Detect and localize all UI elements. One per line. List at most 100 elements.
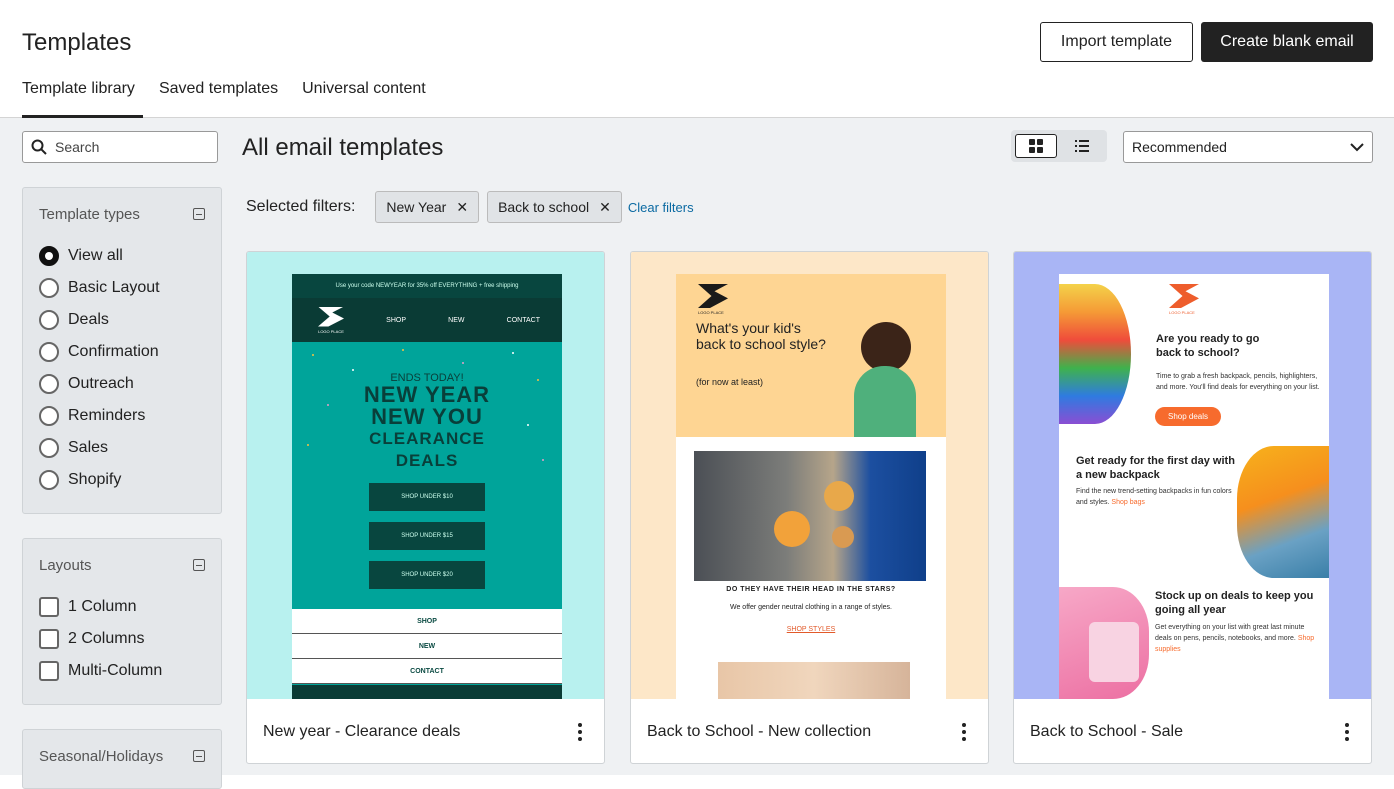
card-footer: New year - Clearance deals xyxy=(247,699,604,763)
radio-button[interactable] xyxy=(39,406,59,426)
email-hero: ENDS TODAY! NEW YEAR NEW YOU CLEARANCE D… xyxy=(292,342,562,589)
hero-line: DEALS xyxy=(395,451,459,470)
template-card[interactable]: LOGO PLACE Are you ready to go back to s… xyxy=(1013,251,1372,764)
radio-outreach[interactable]: Outreach xyxy=(23,368,221,400)
email-body: Find the new trend-setting backpacks in … xyxy=(1076,488,1232,506)
chip-label: Back to school xyxy=(498,199,590,215)
radio-basic-layout[interactable]: Basic Layout xyxy=(23,272,221,304)
radio-confirmation[interactable]: Confirmation xyxy=(23,336,221,368)
template-card[interactable]: LOGO PLACE What's your kid's back to sch… xyxy=(630,251,989,764)
email-photo xyxy=(1059,587,1149,699)
main-area: Search Template types View all Basic Lay… xyxy=(0,118,1394,789)
email-button: SHOP UNDER $20 xyxy=(369,561,485,589)
template-preview[interactable]: LOGO PLACE Are you ready to go back to s… xyxy=(1014,252,1371,699)
logo-icon xyxy=(318,306,344,327)
radio-shopify[interactable]: Shopify xyxy=(23,464,221,496)
radio-sales[interactable]: Sales xyxy=(23,432,221,464)
template-preview[interactable]: Use your code NEWYEAR for 35% off EVERYT… xyxy=(247,252,604,699)
sort-value: Recommended xyxy=(1132,139,1227,155)
radio-button[interactable] xyxy=(39,374,59,394)
card-footer: Back to School - Sale xyxy=(1014,699,1371,763)
checkbox-1-column[interactable]: 1 Column xyxy=(23,591,221,623)
card-title: Back to School - Sale xyxy=(1030,723,1183,740)
email-photo xyxy=(1059,284,1131,424)
email-link: SHOP STYLES xyxy=(786,626,836,633)
email-photo xyxy=(694,451,926,581)
radio-button[interactable] xyxy=(39,438,59,458)
seasonal-title: Seasonal/Holidays xyxy=(39,747,164,765)
more-options-icon[interactable] xyxy=(1339,723,1355,741)
list-icon xyxy=(1075,140,1089,152)
sort-select[interactable]: Recommended xyxy=(1123,131,1373,163)
email-heading: Stock up on deals to keep you going all … xyxy=(1155,590,1314,616)
radio-button[interactable] xyxy=(39,246,59,266)
email-preview: Use your code NEWYEAR for 35% off EVERYT… xyxy=(292,274,562,699)
create-blank-email-button[interactable]: Create blank email xyxy=(1201,22,1373,62)
logo-text: LOGO PLACE xyxy=(318,328,344,334)
close-icon[interactable]: ✕ xyxy=(456,199,468,216)
email-body: Time to grab a fresh backpack, pencils, … xyxy=(1156,373,1320,391)
option-label: Sales xyxy=(68,439,109,456)
email-body: Get everything on your list with great l… xyxy=(1155,624,1315,653)
list-view-button[interactable] xyxy=(1061,134,1103,158)
clear-filters-link[interactable]: Clear filters xyxy=(628,200,694,215)
card-title: New year - Clearance deals xyxy=(263,723,461,740)
radio-button[interactable] xyxy=(39,470,59,490)
checkbox-multi-column[interactable]: Multi-Column xyxy=(23,655,221,687)
card-title: Back to School - New collection xyxy=(647,723,872,740)
checkbox[interactable] xyxy=(39,597,59,617)
template-preview[interactable]: LOGO PLACE What's your kid's back to sch… xyxy=(631,252,988,699)
email-nav: LOGO PLACE SHOP NEW CONTACT xyxy=(292,298,562,342)
seasonal-header[interactable]: Seasonal/Holidays xyxy=(23,730,221,782)
email-heading: Are you ready to go back to school? xyxy=(1156,333,1260,359)
radio-reminders[interactable]: Reminders xyxy=(23,400,221,432)
tab-bar: Template library Saved templates Univers… xyxy=(22,80,450,118)
checkbox[interactable] xyxy=(39,661,59,681)
email-preview: LOGO PLACE What's your kid's back to sch… xyxy=(676,274,946,699)
search-placeholder: Search xyxy=(55,139,100,155)
email-button: SHOP UNDER $15 xyxy=(369,522,485,550)
option-label: Shopify xyxy=(68,471,122,488)
template-types-header[interactable]: Template types xyxy=(23,188,221,240)
grid-view-button[interactable] xyxy=(1015,134,1057,158)
radio-deals[interactable]: Deals xyxy=(23,304,221,336)
layouts-title: Layouts xyxy=(39,556,92,574)
search-icon xyxy=(31,139,47,155)
checkbox-2-columns[interactable]: 2 Columns xyxy=(23,623,221,655)
option-label: Reminders xyxy=(68,407,146,424)
hero-sub: (for now at least) xyxy=(696,377,764,387)
chip-label: New Year xyxy=(386,199,447,215)
tab-universal-content[interactable]: Universal content xyxy=(302,80,426,118)
layouts-header[interactable]: Layouts xyxy=(23,539,221,591)
radio-button[interactable] xyxy=(39,342,59,362)
radio-button[interactable] xyxy=(39,278,59,298)
email-heading: DO THEY HAVE THEIR HEAD IN THE STARS? xyxy=(726,586,896,593)
more-options-icon[interactable] xyxy=(572,723,588,741)
email-footer xyxy=(292,685,562,699)
option-label: Outreach xyxy=(68,375,134,392)
radio-button[interactable] xyxy=(39,310,59,330)
hero-line: NEW YEAR xyxy=(363,382,491,407)
collapse-icon[interactable] xyxy=(193,559,205,571)
email-link: NEW xyxy=(292,634,562,659)
filter-chip-back-to-school: Back to school ✕ xyxy=(487,191,622,223)
email-button: SHOP UNDER $10 xyxy=(369,483,485,511)
nav-item: CONTACT xyxy=(506,316,540,324)
email-photo xyxy=(1237,446,1329,578)
filter-chip-new-year: New Year ✕ xyxy=(375,191,480,223)
collapse-icon[interactable] xyxy=(193,208,205,220)
hero-photo-body xyxy=(854,366,916,437)
search-input[interactable]: Search xyxy=(22,131,218,163)
template-card[interactable]: Use your code NEWYEAR for 35% off EVERYT… xyxy=(246,251,605,764)
import-template-button[interactable]: Import template xyxy=(1040,22,1193,62)
tab-template-library[interactable]: Template library xyxy=(22,80,143,118)
checkbox[interactable] xyxy=(39,629,59,649)
promo-bar: Use your code NEWYEAR for 35% off EVERYT… xyxy=(292,274,562,298)
tab-saved-templates[interactable]: Saved templates xyxy=(159,80,278,118)
radio-view-all[interactable]: View all xyxy=(23,240,221,272)
collapse-icon[interactable] xyxy=(193,750,205,762)
more-options-icon[interactable] xyxy=(956,723,972,741)
hero-line: CLEARANCE xyxy=(369,429,485,448)
template-types-title: Template types xyxy=(39,205,140,223)
close-icon[interactable]: ✕ xyxy=(599,199,611,216)
